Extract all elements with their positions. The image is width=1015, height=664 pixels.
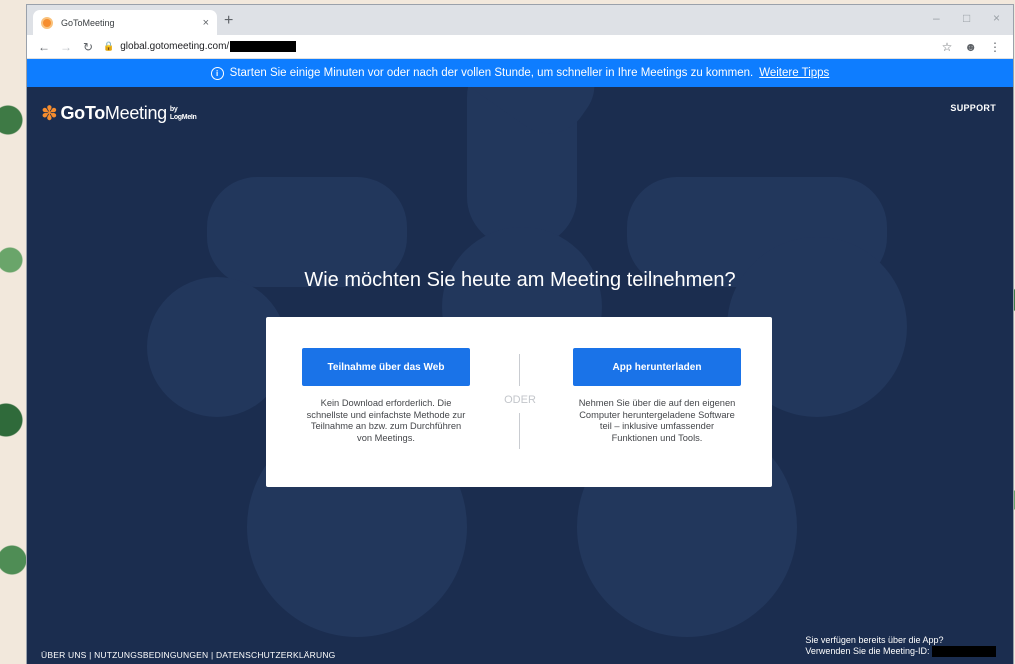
- app-download-description: Nehmen Sie über die auf den eigenen Comp…: [578, 398, 736, 443]
- divider-line-bottom: [519, 413, 520, 449]
- divider-line-top: [519, 354, 520, 386]
- info-banner: i Starten Sie einige Minuten vor oder na…: [27, 59, 1013, 87]
- join-via-web-button[interactable]: Teilnahme über das Web: [302, 348, 470, 386]
- app-note-line1: Sie verfügen bereits über die App?: [805, 634, 944, 645]
- maximize-button[interactable]: □: [963, 11, 970, 25]
- app-download-column: App herunterladen Nehmen Sie über die au…: [562, 348, 752, 444]
- tab-title: GoToMeeting: [61, 17, 115, 28]
- tab-strip: GoToMeeting × + – □ ×: [27, 5, 1013, 35]
- gotomeeting-favicon-icon: [41, 16, 53, 29]
- logo-by-line2: LogMeIn: [169, 113, 197, 121]
- app-note-line2: Verwenden Sie die Meeting-ID:: [805, 645, 930, 656]
- banner-more-tips-link[interactable]: Weitere Tipps: [759, 67, 829, 79]
- logo-by-line1: by: [169, 105, 178, 113]
- logo-meeting-text: Meeting: [104, 103, 167, 123]
- footer-separator: |: [89, 650, 92, 660]
- lock-icon: 🔒: [103, 41, 115, 51]
- browser-tab[interactable]: GoToMeeting ×: [33, 10, 217, 35]
- footer-links: ÜBER UNS | NUTZUNGSBEDINGUNGEN | DATENSC…: [41, 650, 335, 660]
- redacted-meeting-id: [932, 646, 996, 657]
- or-separator: ODER: [504, 394, 536, 406]
- info-icon: i: [210, 66, 224, 80]
- privacy-link[interactable]: DATENSCHUTZERKLÄRUNG: [216, 650, 336, 660]
- url-text: global.gotomeeting.com/: [120, 41, 230, 52]
- existing-app-note: Sie verfügen bereits über die App? Verwe…: [805, 635, 996, 657]
- logo-goto-text: GoTo: [60, 103, 105, 123]
- web-join-description: Kein Download erforderlich. Die schnells…: [306, 398, 466, 443]
- forward-arrow-icon[interactable]: →: [55, 40, 77, 54]
- browser-toolbar: ← → ↻ 🔒 global.gotomeeting.com/ ☆ ☻ ⋮: [27, 35, 1013, 59]
- redacted-url-segment: [230, 41, 297, 52]
- tab-close-icon[interactable]: ×: [203, 17, 209, 29]
- main-page: ✽ GoTo Meeting by LogMeIn SUPPORT Wie mö…: [27, 87, 1013, 664]
- address-bar[interactable]: 🔒 global.gotomeeting.com/: [103, 37, 942, 57]
- web-join-column: Teilnahme über das Web Kein Download erf…: [291, 348, 481, 444]
- minimize-button[interactable]: –: [933, 11, 940, 25]
- download-app-button[interactable]: App herunterladen: [573, 348, 741, 386]
- footer-separator: |: [210, 650, 214, 660]
- support-link[interactable]: SUPPORT: [950, 103, 996, 113]
- back-arrow-icon[interactable]: ←: [33, 40, 55, 54]
- terms-link[interactable]: NUTZUNGSBEDINGUNGEN: [94, 650, 208, 660]
- gotomeeting-logo: ✽ GoTo Meeting by LogMeIn: [41, 101, 197, 126]
- menu-kebab-icon[interactable]: ⋮: [989, 40, 1001, 54]
- new-tab-button[interactable]: +: [224, 13, 233, 29]
- page-heading: Wie möchten Sie heute am Meeting teilneh…: [304, 269, 736, 291]
- profile-icon[interactable]: ☻: [964, 40, 977, 54]
- logo-by-logmein: by LogMeIn: [170, 106, 197, 122]
- banner-text: Starten Sie einige Minuten vor oder nach…: [229, 67, 754, 79]
- join-options-card: Teilnahme über das Web Kein Download erf…: [266, 317, 772, 487]
- bookmark-star-icon[interactable]: ☆: [942, 40, 953, 54]
- reload-icon[interactable]: ↻: [77, 40, 99, 54]
- browser-window: GoToMeeting × + – □ × ← → ↻ 🔒 global.got…: [27, 5, 1013, 664]
- about-us-link[interactable]: ÜBER UNS: [41, 650, 87, 660]
- close-window-button[interactable]: ×: [993, 11, 1000, 25]
- gotomeeting-flower-icon: ✽: [41, 103, 58, 125]
